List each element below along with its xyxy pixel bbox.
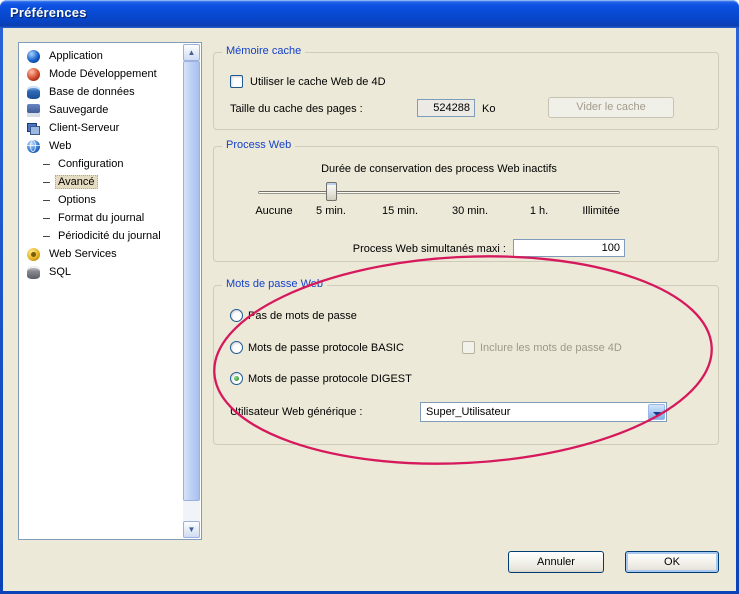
tree-item-label: Configuration bbox=[55, 157, 126, 171]
tree-item-label-selected: Avancé bbox=[55, 175, 98, 189]
max-process-label: Process Web simultanés maxi : bbox=[274, 243, 506, 255]
tree-item-periodicite-du-journal[interactable]: Périodicité du journal bbox=[21, 227, 182, 245]
clear-cache-button[interactable]: Vider le cache bbox=[548, 97, 674, 118]
memory-cache-group: Mémoire cache Utiliser le cache Web de 4… bbox=[213, 52, 719, 130]
window-title: Préférences bbox=[10, 5, 87, 20]
tree-item-sauvegarde[interactable]: Sauvegarde bbox=[21, 101, 182, 119]
group-title-mots-de-passe-web: Mots de passe Web bbox=[222, 278, 327, 290]
tree-item-label: Application bbox=[46, 49, 106, 63]
use-web-cache-label: Utiliser le cache Web de 4D bbox=[250, 76, 386, 88]
combo-dropdown-button[interactable] bbox=[648, 404, 665, 420]
web-process-group: Process Web Durée de conservation des pr… bbox=[213, 146, 719, 262]
cache-size-unit: Ko bbox=[482, 103, 495, 115]
timeout-slider-thumb[interactable] bbox=[326, 182, 337, 201]
no-password-label: Pas de mots de passe bbox=[248, 310, 357, 322]
dash-icon bbox=[43, 218, 50, 219]
tick-aucune: Aucune bbox=[255, 205, 292, 217]
basic-password-radio[interactable] bbox=[230, 341, 243, 354]
tree-item-sql[interactable]: SQL bbox=[21, 263, 182, 281]
digest-password-label: Mots de passe protocole DIGEST bbox=[248, 373, 412, 385]
generic-user-value: Super_Utilisateur bbox=[426, 406, 510, 418]
web-passwords-group: Mots de passe Web Pas de mots de passe M… bbox=[213, 285, 719, 445]
tree-item-label: Web Services bbox=[46, 247, 120, 261]
dev-mode-icon bbox=[27, 68, 40, 81]
group-title-memoire-cache: Mémoire cache bbox=[222, 45, 305, 57]
cancel-button[interactable]: Annuler bbox=[508, 551, 604, 573]
application-icon bbox=[27, 50, 40, 63]
web-icon bbox=[27, 140, 40, 153]
tree-item-web[interactable]: Web bbox=[21, 137, 182, 155]
tree-item-application[interactable]: Application bbox=[21, 47, 182, 65]
tree-item-label: Format du journal bbox=[55, 211, 147, 225]
generic-user-combobox[interactable]: Super_Utilisateur bbox=[420, 402, 667, 422]
use-web-cache-checkbox[interactable] bbox=[230, 75, 243, 88]
dash-icon bbox=[43, 236, 50, 237]
tree-item-avance[interactable]: Avancé bbox=[21, 173, 182, 191]
cache-size-label: Taille du cache des pages : bbox=[230, 103, 363, 115]
tree-item-label: Web bbox=[46, 139, 74, 153]
ok-button[interactable]: OK bbox=[625, 551, 719, 573]
basic-password-label: Mots de passe protocole BASIC bbox=[248, 342, 404, 354]
tree-item-label: Sauvegarde bbox=[46, 103, 111, 117]
dash-icon bbox=[43, 200, 50, 201]
digest-password-radio[interactable] bbox=[230, 372, 243, 385]
tree-item-label: Options bbox=[55, 193, 99, 207]
preferences-dialog: Préférences Application Mode Développeme… bbox=[0, 0, 739, 594]
scroll-down-icon[interactable]: ▼ bbox=[183, 521, 200, 538]
dash-icon bbox=[43, 164, 50, 165]
web-services-icon bbox=[27, 248, 40, 261]
tick-5min: 5 min. bbox=[316, 205, 346, 217]
tree-item-options[interactable]: Options bbox=[21, 191, 182, 209]
include-4d-passwords-label: Inclure les mots de passe 4D bbox=[480, 342, 622, 354]
max-process-field[interactable] bbox=[513, 239, 625, 257]
tree-item-label: Périodicité du journal bbox=[55, 229, 164, 243]
tick-30min: 30 min. bbox=[452, 205, 488, 217]
tree-item-label: Mode Développement bbox=[46, 67, 160, 81]
tree-item-label: Client-Serveur bbox=[46, 121, 122, 135]
no-password-radio[interactable] bbox=[230, 309, 243, 322]
group-title-process-web: Process Web bbox=[222, 139, 295, 151]
preferences-tree: Application Mode Développement Base de d… bbox=[18, 42, 202, 540]
tick-15min: 15 min. bbox=[382, 205, 418, 217]
dialog-body: Application Mode Développement Base de d… bbox=[3, 28, 736, 591]
chevron-down-icon bbox=[653, 412, 661, 420]
generic-user-label: Utilisateur Web générique : bbox=[230, 406, 362, 418]
scrollbar-thumb[interactable] bbox=[183, 61, 200, 501]
tree-item-base-de-donnees[interactable]: Base de données bbox=[21, 83, 182, 101]
title-bar[interactable]: Préférences bbox=[0, 0, 739, 28]
client-server-icon bbox=[27, 122, 40, 135]
tick-illimitee: Illimitée bbox=[582, 205, 619, 217]
tree-item-mode-developpement[interactable]: Mode Développement bbox=[21, 65, 182, 83]
backup-icon bbox=[27, 104, 40, 117]
tree-item-list: Application Mode Développement Base de d… bbox=[21, 47, 182, 537]
tree-item-configuration[interactable]: Configuration bbox=[21, 155, 182, 173]
tree-item-label: Base de données bbox=[46, 85, 138, 99]
slider-label: Durée de conservation des process Web in… bbox=[258, 163, 620, 175]
dash-icon bbox=[43, 182, 50, 183]
tick-1h: 1 h. bbox=[530, 205, 548, 217]
tree-item-format-du-journal[interactable]: Format du journal bbox=[21, 209, 182, 227]
include-4d-passwords-checkbox[interactable] bbox=[462, 341, 475, 354]
scroll-up-icon[interactable]: ▲ bbox=[183, 44, 200, 61]
tree-item-label: SQL bbox=[46, 265, 74, 279]
tree-scrollbar[interactable]: ▲ ▼ bbox=[183, 44, 200, 538]
database-icon bbox=[27, 86, 40, 99]
timeout-slider-track[interactable] bbox=[258, 191, 620, 194]
cache-size-field[interactable] bbox=[417, 99, 475, 117]
tree-item-client-serveur[interactable]: Client-Serveur bbox=[21, 119, 182, 137]
tree-item-web-services[interactable]: Web Services bbox=[21, 245, 182, 263]
sql-icon bbox=[27, 266, 40, 279]
